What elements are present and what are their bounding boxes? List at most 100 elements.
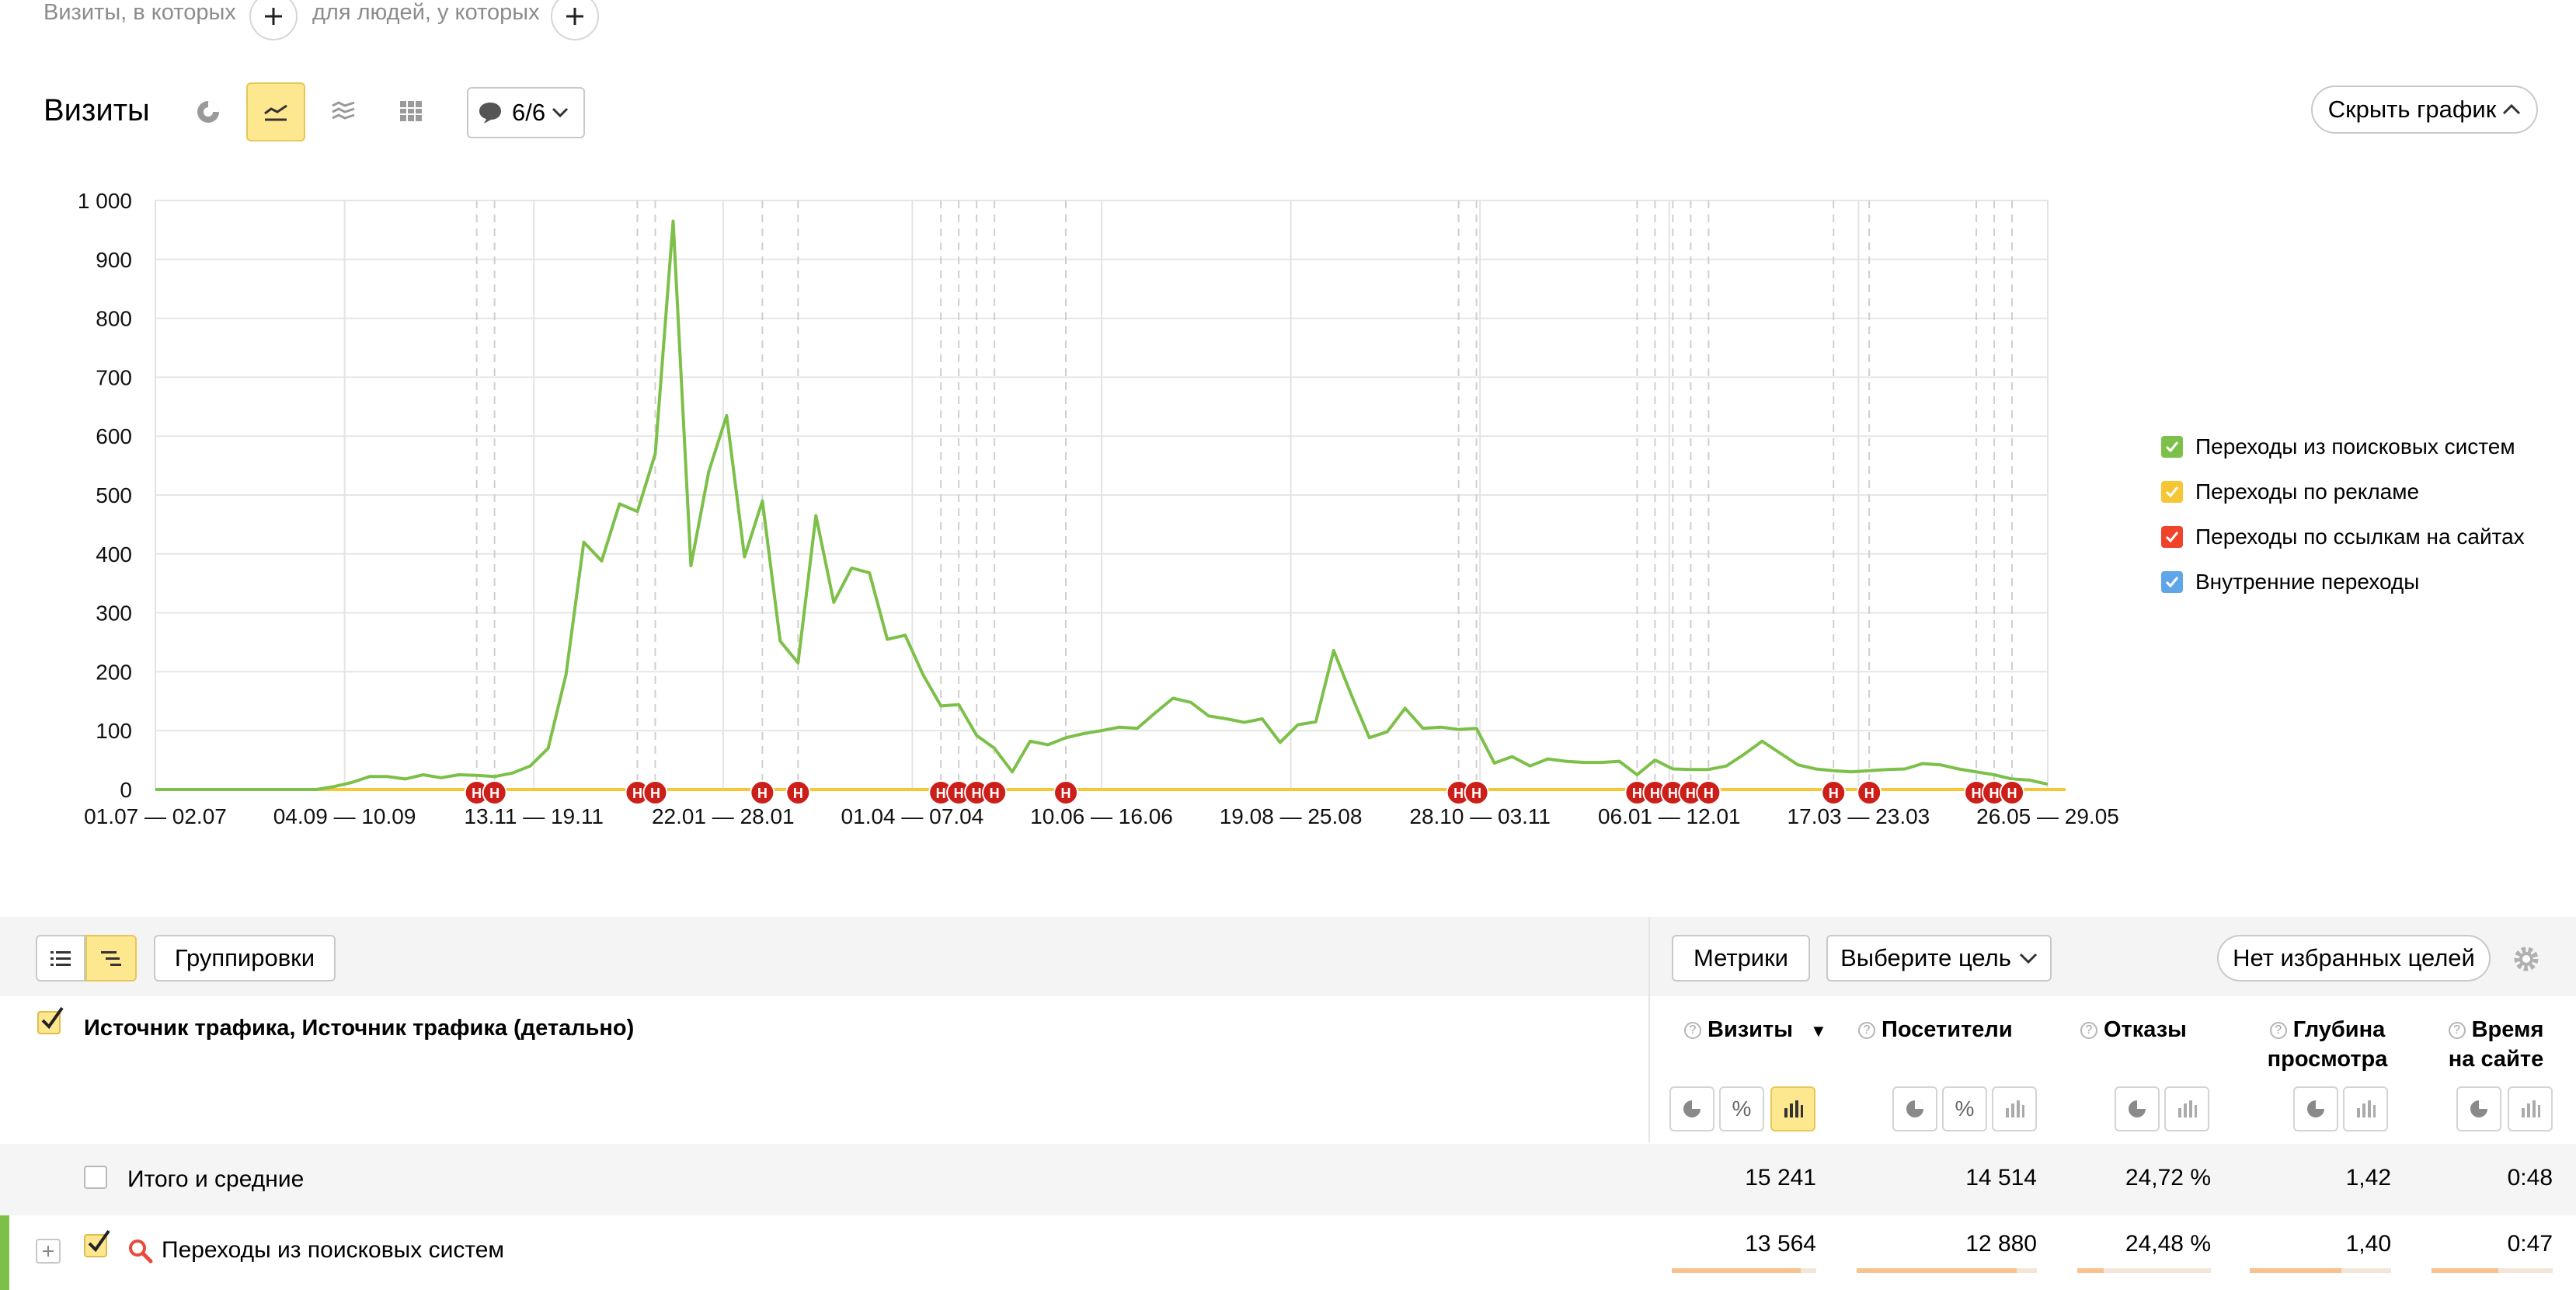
legend-label: Переходы из поисковых систем <box>2195 434 2515 458</box>
column-divider <box>1648 917 1650 1142</box>
favorite-goals-button[interactable]: Нет избранных целей <box>2217 935 2491 981</box>
row-checkbox[interactable] <box>84 1229 110 1257</box>
chevron-up-icon <box>2503 103 2521 115</box>
y-tick-label: 100 <box>96 719 132 743</box>
y-tick-label: 800 <box>96 307 132 331</box>
bar-chart-icon <box>400 101 422 121</box>
row-label[interactable]: Переходы из поисковых систем <box>162 1237 504 1264</box>
chart-bar-mode-button[interactable] <box>381 82 440 141</box>
totals-depth: 1,42 <box>2345 1165 2391 1191</box>
column-title: Визиты <box>1707 1017 1793 1042</box>
column-title: Время <box>2471 1017 2544 1042</box>
flat-view-button[interactable] <box>36 935 85 981</box>
x-tick-label: 04.09 — 10.09 <box>273 804 416 828</box>
percent-icon: % <box>1955 1096 1975 1121</box>
y-tick-label: 600 <box>96 424 132 448</box>
column-header-depth[interactable]: ? Глубина просмотра <box>2250 1015 2405 1074</box>
depth-share-pie-button[interactable] <box>2293 1086 2338 1131</box>
help-icon[interactable]: ? <box>1684 1022 1701 1040</box>
visitors-percent-button[interactable]: % <box>1942 1086 1987 1131</box>
help-icon[interactable]: ? <box>2080 1022 2097 1040</box>
add-people-condition-button[interactable] <box>551 0 599 40</box>
annotation-marker-label: Н <box>757 786 768 801</box>
annotation-marker-label: Н <box>1989 786 2000 801</box>
annotations-count: 6/6 <box>512 99 546 126</box>
plus-icon <box>566 8 583 25</box>
y-tick-label: 200 <box>96 660 132 684</box>
time-share-pie-button[interactable] <box>2456 1086 2501 1131</box>
dimension-checkbox[interactable] <box>37 1006 64 1034</box>
pie-chart-icon <box>1683 1100 1701 1117</box>
x-tick-label: 17.03 — 23.03 <box>1788 804 1930 828</box>
y-tick-label: 1 000 <box>78 189 132 213</box>
row-time: 0:47 <box>2507 1231 2553 1257</box>
chart-pie-mode-button[interactable] <box>179 82 238 141</box>
x-tick-label: 26.05 — 29.05 <box>1976 804 2119 828</box>
help-icon[interactable]: ? <box>2269 1022 2287 1040</box>
hide-chart-button[interactable]: Скрыть график <box>2311 85 2538 134</box>
column-header-time[interactable]: ? Время на сайте <box>2430 1015 2562 1074</box>
metrics-button[interactable]: Метрики <box>1672 935 1810 981</box>
column-header-bounces[interactable]: ? Отказы <box>2080 1015 2187 1044</box>
totals-visits: 15 241 <box>1745 1165 1816 1191</box>
annotation-marker-label: Н <box>1829 786 1839 801</box>
legend-item-internal[interactable]: Внутренние переходы <box>2161 567 2419 598</box>
bar-chart-icon <box>2006 1100 2024 1117</box>
annotation-marker-label: Н <box>972 786 982 801</box>
column-header-visitors[interactable]: ? Посетители <box>1858 1015 2013 1044</box>
chart-line-mode-button[interactable] <box>246 82 305 141</box>
area-chart-icon <box>332 101 355 120</box>
report-title: Визиты <box>44 93 150 127</box>
x-tick-label: 01.04 — 07.04 <box>841 804 984 828</box>
expand-row-button[interactable] <box>36 1239 61 1264</box>
annotation-marker-label: Н <box>472 786 482 801</box>
column-header-visits[interactable]: ? Визиты ▼ <box>1684 1015 1827 1046</box>
add-visit-condition-button[interactable] <box>249 0 298 40</box>
y-tick-label: 400 <box>96 542 132 567</box>
help-icon[interactable]: ? <box>2448 1022 2466 1040</box>
annotation-marker-label: Н <box>1704 786 1714 801</box>
bar-chart-icon <box>2522 1100 2540 1117</box>
annotations-dropdown[interactable]: 6/6 <box>467 87 585 138</box>
bar-chart-icon <box>2178 1100 2197 1117</box>
visits-bar <box>1672 1268 1801 1273</box>
column-title-line2: просмотра <box>2267 1047 2388 1072</box>
totals-checkbox[interactable] <box>84 1166 107 1189</box>
dimension-header: Источник трафика, Источник трафика (дета… <box>84 1016 635 1041</box>
x-tick-label: 19.08 — 25.08 <box>1220 804 1363 828</box>
depth-bars-button[interactable] <box>2343 1086 2388 1131</box>
totals-visitors: 14 514 <box>1965 1165 2037 1191</box>
visits-share-pie-button[interactable] <box>1669 1086 1714 1131</box>
bounces-bars-button[interactable] <box>2164 1086 2209 1131</box>
annotation-marker-label: Н <box>990 786 1000 801</box>
help-icon[interactable]: ? <box>1858 1022 1875 1040</box>
visitors-share-pie-button[interactable] <box>1892 1086 1937 1131</box>
visits-percent-button[interactable]: % <box>1719 1086 1764 1131</box>
groupings-button[interactable]: Группировки <box>154 935 336 981</box>
tree-list-icon <box>101 951 121 966</box>
chevron-down-icon <box>2019 953 2037 964</box>
visitors-bars-button[interactable] <box>1992 1086 2037 1131</box>
checkbox-checked-icon <box>2161 571 2183 593</box>
legend-item-search[interactable]: Переходы из поисковых систем <box>2161 431 2515 462</box>
legend-label: Переходы по рекламе <box>2195 479 2420 504</box>
visits-bars-button[interactable] <box>1770 1086 1815 1131</box>
gear-icon[interactable] <box>2511 943 2542 978</box>
percent-icon: % <box>1732 1096 1752 1121</box>
tree-view-button[interactable] <box>85 935 137 981</box>
goal-select[interactable]: Выберите цель <box>1826 935 2052 981</box>
annotation-marker-label: Н <box>1668 786 1678 801</box>
totals-time: 0:48 <box>2507 1165 2553 1191</box>
time-bars-button[interactable] <box>2508 1086 2553 1131</box>
segment-visits-label: Визиты, в которых <box>44 0 236 25</box>
x-tick-label: 01.07 — 02.07 <box>84 804 227 828</box>
y-tick-label: 900 <box>96 248 132 272</box>
pie-chart-icon <box>2129 1100 2146 1117</box>
chart-area-mode-button[interactable] <box>314 82 373 141</box>
legend-item-links[interactable]: Переходы по ссылкам на сайтах <box>2161 521 2525 553</box>
comment-icon <box>479 103 501 124</box>
legend-item-ads[interactable]: Переходы по рекламе <box>2161 476 2419 507</box>
bounces-share-pie-button[interactable] <box>2115 1086 2160 1131</box>
annotation-marker-label: Н <box>1061 786 1071 801</box>
totals-bounces: 24,72 % <box>2125 1165 2211 1191</box>
